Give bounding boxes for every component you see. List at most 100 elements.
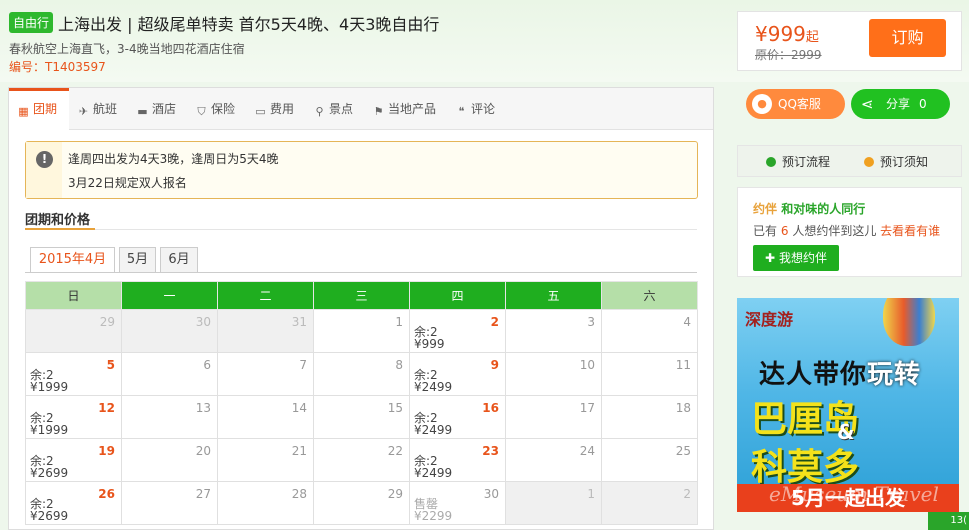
- promo-banner[interactable]: 深度游 达人带你玩转 巴厘岛 & 科莫多 5月一起出发 eMuseum Trav…: [737, 298, 959, 512]
- day-number: 7: [299, 358, 307, 372]
- departure-calendar: 日一二三四五六 29 30 31 1 2 余:2 ¥999 3 4 5 余:2 ¥1999 6 7 8 9 余:…: [25, 281, 698, 525]
- hot-air-balloon-icon: [883, 298, 935, 346]
- qq-service-button[interactable]: ● QQ客服: [746, 89, 845, 119]
- day-number: 27: [195, 487, 211, 501]
- calendar-day-cell: 24: [505, 438, 602, 482]
- product-code: 编号：T1403597: [9, 60, 106, 74]
- tab-hotel[interactable]: ▬ 酒店: [136, 88, 176, 130]
- buddy-heading: 约伴 和对味的人同行: [753, 202, 866, 216]
- day-number: 13: [195, 401, 211, 415]
- current-price: ¥999起: [755, 22, 819, 46]
- tag-pin-icon: ⚑: [373, 105, 384, 118]
- day-number: 17: [579, 401, 595, 415]
- banner-logo: 深度游: [745, 310, 794, 329]
- share-icon: ⋖: [861, 95, 874, 113]
- booking-process-link[interactable]: 预订流程: [766, 153, 830, 170]
- tab-reviews[interactable]: ❝ 评论: [455, 88, 495, 130]
- day-price: ¥2699: [30, 466, 69, 480]
- day-number: 14: [291, 401, 307, 415]
- calendar-day-cell: 2: [601, 481, 698, 525]
- day-number: 21: [291, 444, 307, 458]
- day-number: 10: [579, 358, 595, 372]
- share-button[interactable]: ⋖ 分享 0: [851, 89, 950, 119]
- day-number: 28: [291, 487, 307, 501]
- travel-buddy-box: 约伴 和对味的人同行 已有 6 人想约伴到这儿 去看看有谁 ✚ 我想约伴: [737, 187, 962, 277]
- tab-local-products[interactable]: ⚑ 当地产品: [372, 88, 436, 130]
- calendar-day-cell[interactable]: 19 余:2 ¥2699: [25, 438, 122, 482]
- day-price: ¥999: [414, 337, 445, 351]
- day-number: 2: [683, 487, 691, 501]
- calendar-day-cell: 7: [217, 352, 314, 396]
- month-tab-may[interactable]: 5月: [119, 247, 156, 273]
- tab-insurance[interactable]: ⛉ 保险: [195, 88, 235, 130]
- buddy-text: 已有 6 人想约伴到这儿 去看看有谁: [753, 224, 941, 238]
- booking-notes-link[interactable]: 预订须知: [864, 153, 928, 170]
- price-box: ¥999起 原价：2999 订购: [737, 11, 962, 71]
- find-buddy-button[interactable]: ✚ 我想约伴: [753, 245, 839, 271]
- buy-button[interactable]: 订购: [869, 19, 946, 57]
- calendar-day-cell: 3: [505, 309, 602, 353]
- calendar-day-cell: 15: [313, 395, 410, 439]
- day-price: ¥2699: [30, 509, 69, 523]
- calendar-day-cell[interactable]: 30 售罄 ¥2299: [409, 481, 506, 525]
- calendar-day-cell[interactable]: 5 余:2 ¥1999: [25, 352, 122, 396]
- calendar-day-cell[interactable]: 12 余:2 ¥1999: [25, 395, 122, 439]
- day-number: 18: [675, 401, 691, 415]
- corner-badge[interactable]: 13(: [928, 512, 969, 530]
- calendar-day-cell[interactable]: 16 余:2 ¥2499: [409, 395, 506, 439]
- weekday-header: 三: [313, 281, 410, 310]
- month-tab-june[interactable]: 6月: [160, 247, 198, 273]
- day-number: 30: [483, 487, 499, 501]
- weekday-header: 五: [505, 281, 602, 310]
- calendar-day-cell: 1: [505, 481, 602, 525]
- tab-fees[interactable]: ▭ 费用: [254, 88, 294, 130]
- day-price: ¥2299: [414, 509, 453, 523]
- day-number: 4: [683, 315, 691, 329]
- section-title: 团期和价格: [25, 213, 91, 228]
- day-price: ¥2499: [414, 380, 453, 394]
- shield-icon: ⛉: [197, 105, 206, 118]
- calendar-day-cell: 4: [601, 309, 698, 353]
- day-number: 5: [106, 358, 115, 372]
- calendar-day-cell: 29: [313, 481, 410, 525]
- original-price: 原价：2999: [755, 48, 822, 62]
- calendar-day-cell[interactable]: 9 余:2 ¥2499: [409, 352, 506, 396]
- calendar-day-cell: 21: [217, 438, 314, 482]
- calendar-week-row: 19 余:2 ¥2699 20 21 22 23 余:2 ¥2499 24 25: [25, 438, 698, 482]
- day-number: 11: [675, 358, 691, 372]
- calendar-day-cell: 1: [313, 309, 410, 353]
- day-number: 12: [98, 401, 115, 415]
- day-price: ¥1999: [30, 423, 69, 437]
- calendar-day-cell: 22: [313, 438, 410, 482]
- calendar-day-cell[interactable]: 23 余:2 ¥2499: [409, 438, 506, 482]
- day-number: 26: [98, 487, 115, 501]
- banner-headline: 达人带你玩转: [759, 360, 922, 390]
- calendar-week-row: 5 余:2 ¥1999 6 7 8 9 余:2 ¥2499 10 11: [25, 352, 698, 396]
- detail-tabs: ▦ 团期 ✈ 航班 ▬ 酒店 ⛉ 保险 ▭ 费用 ⚲ 景点 ⚑ 当地产品 ❝ 评论: [9, 88, 713, 131]
- plane-icon: ✈: [78, 105, 89, 118]
- day-number: 1: [395, 315, 403, 329]
- calendar-day-cell[interactable]: 26 余:2 ¥2699: [25, 481, 122, 525]
- day-number: 31: [291, 315, 307, 329]
- tab-attractions[interactable]: ⚲ 景点: [313, 88, 353, 130]
- notice-box: ! 逢周四出发为4天3晚，逢周日为5天4晚 3月22日规定双人报名: [25, 141, 698, 199]
- calendar-week-row: 29 30 31 1 2 余:2 ¥999 3 4: [25, 309, 698, 353]
- tab-schedule[interactable]: ▦ 团期: [9, 88, 69, 131]
- calendar-week-row: 26 余:2 ¥2699 27 28 29 30 售罄 ¥2299 1 2: [25, 481, 698, 525]
- tab-flight[interactable]: ✈ 航班: [77, 88, 117, 130]
- calendar-day-cell: 20: [121, 438, 218, 482]
- info-icon: [766, 157, 776, 167]
- calendar-day-cell: 8: [313, 352, 410, 396]
- wallet-icon: ▭: [255, 105, 266, 118]
- see-who-link[interactable]: 去看看有谁: [880, 224, 940, 238]
- day-price: ¥1999: [30, 380, 69, 394]
- month-tab-april[interactable]: 2015年4月: [30, 247, 115, 273]
- watermark: eMuseum Travel: [769, 482, 939, 506]
- day-number: 1: [587, 487, 595, 501]
- product-title: 上海出发 | 超级尾单特卖 首尔5天4晚、4天3晚自由行: [58, 15, 440, 34]
- calendar-day-cell: 10: [505, 352, 602, 396]
- plus-icon: ✚: [765, 251, 776, 265]
- calendar-day-cell: 6: [121, 352, 218, 396]
- day-number: 25: [675, 444, 691, 458]
- calendar-day-cell[interactable]: 2 余:2 ¥999: [409, 309, 506, 353]
